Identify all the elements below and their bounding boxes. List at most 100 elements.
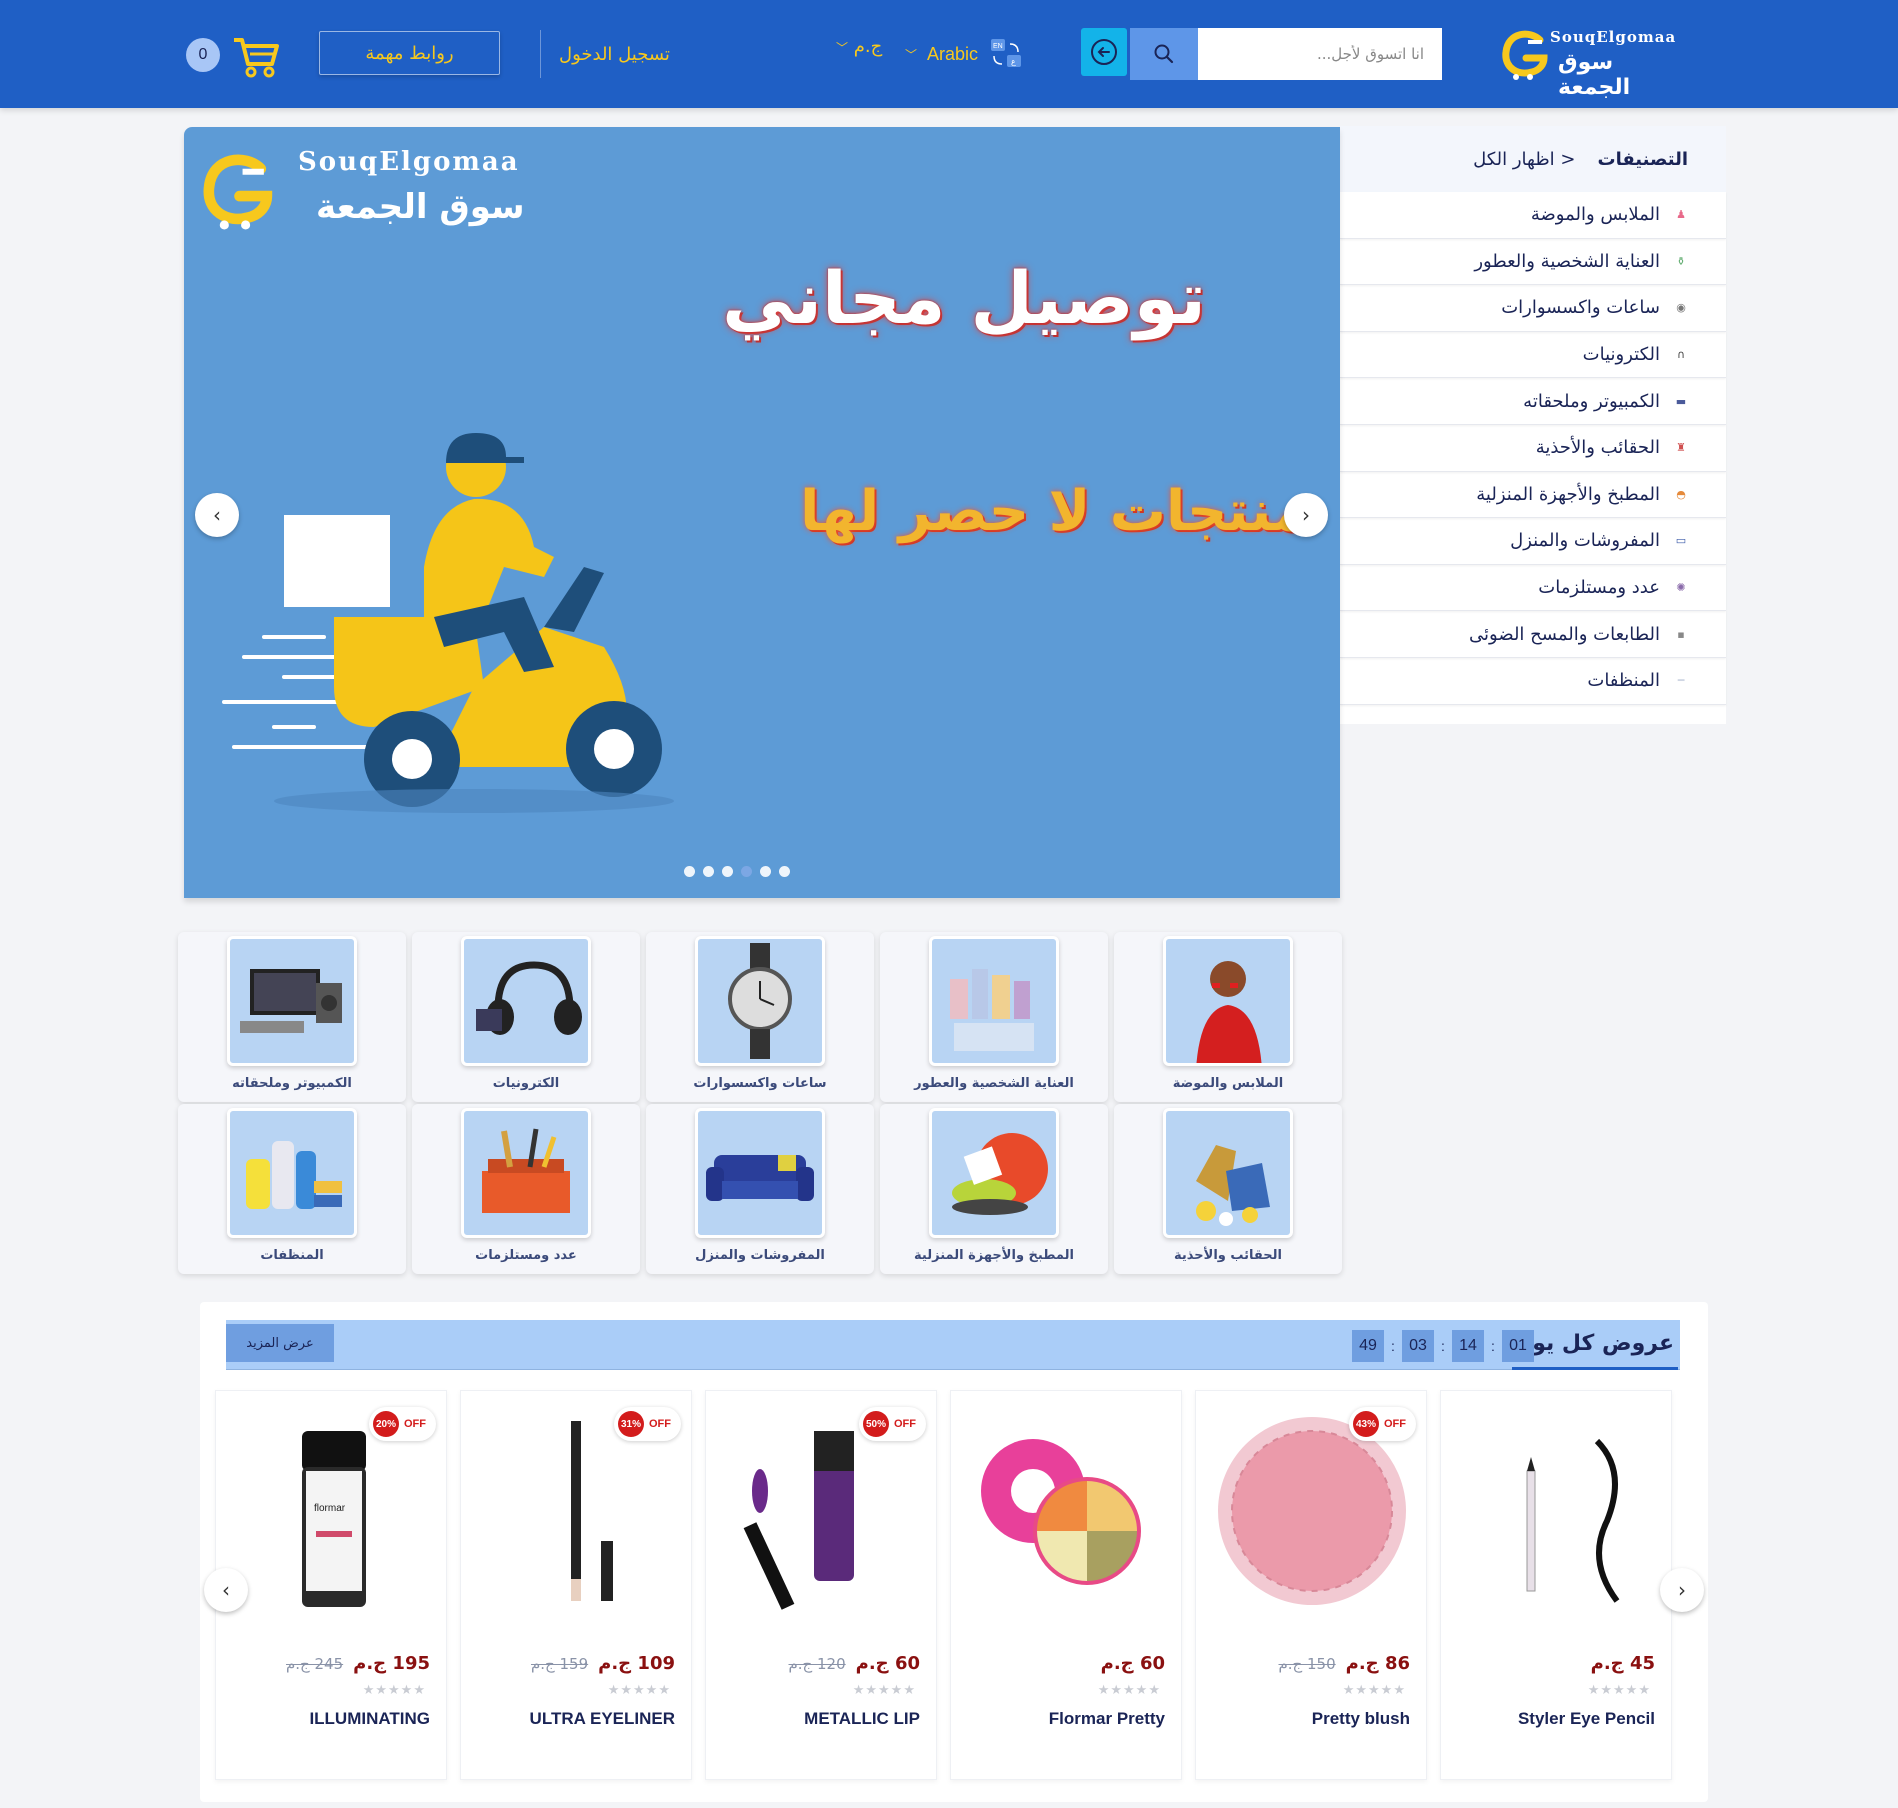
- slider-dot[interactable]: [741, 866, 752, 877]
- category-tile[interactable]: الحقائب والأحذية: [1114, 1104, 1342, 1274]
- category-tile[interactable]: عدد ومستلزمات: [412, 1104, 640, 1274]
- sofa-icon: ▭: [1675, 534, 1687, 548]
- sidebar-category-label: الحقائب والأحذية: [1535, 437, 1660, 459]
- sidebar-category-item[interactable]: الطابعات والمسح الضوئى ▪: [1340, 611, 1726, 658]
- category-tile[interactable]: ساعات واكسسوارات: [646, 932, 874, 1102]
- timer-minutes: 03: [1402, 1330, 1434, 1362]
- important-links-button[interactable]: روابط مهمة: [319, 31, 500, 75]
- product-card[interactable]: 60 ج.م ★★★★★ Flormar Pretty: [950, 1390, 1182, 1780]
- slider-dot[interactable]: [760, 866, 771, 877]
- category-tile[interactable]: العناية الشخصية والعطور: [880, 932, 1108, 1102]
- search-button[interactable]: [1130, 28, 1198, 80]
- products-next-button[interactable]: ›: [1660, 1568, 1704, 1612]
- sidebar-category-label: عدد ومستلزمات: [1538, 577, 1660, 599]
- show-all-link[interactable]: اظهار الكل >: [1473, 149, 1575, 170]
- site-logo[interactable]: SouqElgomaa سوق الجمعة: [1500, 22, 1680, 100]
- headphones-image: [461, 936, 591, 1066]
- category-tile-label: الكترونيات: [492, 1076, 560, 1091]
- sidebar-category-item[interactable]: عدد ومستلزمات ✺: [1340, 565, 1726, 612]
- product-card[interactable]: 45 ج.م ★★★★★ Styler Eye Pencil: [1440, 1390, 1672, 1780]
- timer-hours: 14: [1452, 1330, 1484, 1362]
- language-selector[interactable]: ﹀ Arabic EN ع: [905, 36, 1024, 72]
- back-button[interactable]: [1081, 28, 1127, 76]
- sidebar-category-label: الطابعات والمسح الضوئى: [1469, 623, 1660, 645]
- slider-dot[interactable]: [779, 866, 790, 877]
- categories-list: الملابس والموضة ♟ العناية الشخصية والعطور ⚱…: [1340, 192, 1726, 705]
- product-card[interactable]: flormar 20% OFF 195 ج.م 245 ج.م ★★★★★ ILLUMINA…: [215, 1390, 447, 1780]
- logo-text-en: SouqElgomaa: [1550, 28, 1677, 46]
- monitor-icon: ▬: [1675, 394, 1687, 408]
- sidebar-category-label: الملابس والموضة: [1530, 204, 1660, 226]
- discount-off-label: OFF: [404, 1418, 426, 1430]
- currency-selector[interactable]: ﹀ ج.م: [836, 36, 882, 57]
- category-tile[interactable]: الملابس والموضة: [1114, 932, 1342, 1102]
- category-tile[interactable]: المفروشات والمنزل: [646, 1104, 874, 1274]
- slide-subtitle: منتجات لا حصر لها: [800, 479, 1308, 544]
- category-tile[interactable]: المنظفات: [178, 1104, 406, 1274]
- sidebar-category-item[interactable]: الحقائب والأحذية ♜: [1340, 425, 1726, 472]
- product-name[interactable]: Styler Eye Pencil: [1518, 1709, 1655, 1729]
- product-name[interactable]: Flormar Pretty: [1049, 1709, 1165, 1729]
- product-old-price: 120 ج.م: [788, 1655, 846, 1673]
- product-card[interactable]: 31% OFF 109 ج.م 159 ج.م ★★★★★ ULTRA EYELINER: [460, 1390, 692, 1780]
- categories-title: التصنيفات: [1597, 148, 1688, 170]
- product-card[interactable]: 43% OFF 86 ج.م 150 ج.م ★★★★★ Pretty blush: [1195, 1390, 1427, 1780]
- toolbox-image: [461, 1108, 591, 1238]
- products-prev-button[interactable]: ‹: [204, 1568, 248, 1612]
- discount-percent: 31%: [618, 1411, 644, 1437]
- product-name[interactable]: ILLUMINATING: [309, 1709, 430, 1729]
- product-card[interactable]: 50% OFF 60 ج.م 120 ج.م ★★★★★ METALLIC LIP: [705, 1390, 937, 1780]
- categories-sidebar: اظهار الكل > التصنيفات الملابس والموضة ♟ ا…: [1340, 126, 1726, 724]
- product-name[interactable]: Pretty blush: [1312, 1709, 1410, 1729]
- translate-icon: EN ع: [991, 39, 1022, 67]
- product-name[interactable]: METALLIC LIP: [804, 1709, 920, 1729]
- sidebar-category-item[interactable]: المنظفات ━: [1340, 658, 1726, 705]
- chevron-down-icon: ﹀: [836, 41, 849, 55]
- product-old-price: 150 ج.م: [1278, 1655, 1336, 1673]
- login-link[interactable]: تسجيل الدخول: [540, 30, 670, 78]
- discount-badge: 50% OFF: [859, 1407, 926, 1441]
- slider-prev-button[interactable]: ‹: [195, 493, 239, 537]
- cart[interactable]: 0: [186, 34, 286, 78]
- cart-count-badge: 0: [186, 38, 220, 72]
- slider-dot[interactable]: [703, 866, 714, 877]
- search-box: [1130, 28, 1442, 80]
- sidebar-category-item[interactable]: الكمبيوتر وملحقاته ▬: [1340, 378, 1726, 425]
- sidebar-category-item[interactable]: المطبخ والأجهزة المنزلية ◓: [1340, 472, 1726, 519]
- currency-label: ج.م: [853, 36, 883, 57]
- deals-title: عروض كل يوم: [1512, 1320, 1678, 1370]
- product-current-price: 60 ج.م: [1100, 1653, 1165, 1674]
- discount-percent: 43%: [1353, 1411, 1379, 1437]
- categories-header: اظهار الكل > التصنيفات: [1340, 126, 1726, 192]
- sidebar-category-item[interactable]: ساعات واكسسوارات ◉: [1340, 285, 1726, 332]
- sidebar-category-item[interactable]: الكترونيات ∩: [1340, 332, 1726, 379]
- product-price: 109 ج.م 159 ج.م: [531, 1653, 675, 1674]
- dress-icon: ♟: [1676, 208, 1686, 222]
- rating-stars-icon: ★★★★★: [607, 1683, 671, 1698]
- search-input[interactable]: [1198, 28, 1442, 80]
- eyeshadow-image: [967, 1411, 1167, 1611]
- sidebar-category-item[interactable]: الملابس والموضة ♟: [1340, 192, 1726, 239]
- slider-dot[interactable]: [684, 866, 695, 877]
- daily-deals-section: عروض كل يوم 49 : 03 : 14 : 01 عرض المزيد…: [200, 1302, 1708, 1802]
- product-old-price: 245 ج.م: [285, 1655, 344, 1673]
- category-tile[interactable]: الكترونيات: [412, 932, 640, 1102]
- slider-dot[interactable]: [722, 866, 733, 877]
- view-more-button[interactable]: عرض المزيد: [226, 1324, 334, 1362]
- pot-icon: ◓: [1676, 487, 1686, 501]
- product-name[interactable]: ULTRA EYELINER: [530, 1709, 675, 1729]
- sidebar-category-label: المنظفات: [1587, 670, 1660, 692]
- slider-next-button[interactable]: ›: [1284, 493, 1328, 537]
- category-tile[interactable]: المطبخ والأجهزة المنزلية: [880, 1104, 1108, 1274]
- logo-text-ar: سوق الجمعة: [1558, 50, 1631, 100]
- fashion-image: [1163, 936, 1293, 1066]
- rating-stars-icon: ★★★★★: [362, 1683, 426, 1698]
- perfume-image: [929, 936, 1059, 1066]
- category-tile-label: العناية الشخصية والعطور: [914, 1076, 1074, 1091]
- headphones-icon: ∩: [1676, 348, 1686, 362]
- sidebar-category-item[interactable]: العناية الشخصية والعطور ⚱: [1340, 239, 1726, 286]
- chevron-right-icon: ›: [1302, 503, 1310, 527]
- category-tile-label: ساعات واكسسوارات: [693, 1076, 827, 1091]
- sidebar-category-item[interactable]: المفروشات والمنزل ▭: [1340, 518, 1726, 565]
- category-tile[interactable]: الكمبيوتر وملحقاته: [178, 932, 406, 1102]
